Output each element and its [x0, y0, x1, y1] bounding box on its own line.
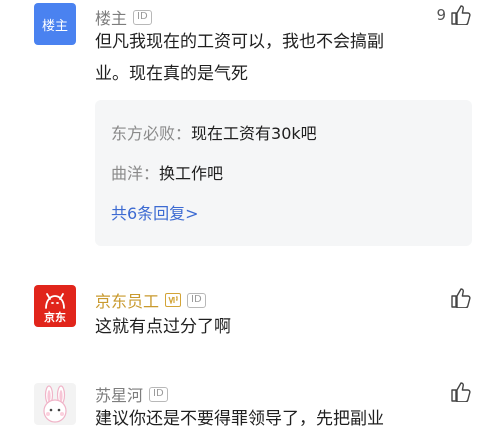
comment-text: 这就有点过分了啊	[95, 317, 231, 337]
reply-box[interactable]: 东方必败：现在工资有30k吧 曲洋：换工作吧 共6条回复>	[95, 100, 472, 246]
reply-username[interactable]: 东方必败：	[111, 124, 191, 143]
comment-text: 建议你还是不要得罪领导了，先把副业	[95, 409, 384, 429]
comment-header: 京东员工 ID	[95, 288, 206, 312]
reply-item[interactable]: 东方必败：现在工资有30k吧	[111, 122, 317, 146]
username[interactable]: 京东员工	[95, 288, 159, 312]
id-badge: ID	[133, 9, 152, 25]
comment-item: 京东 京东员工 ID 这就有点过分了啊	[0, 280, 500, 360]
like-button[interactable]	[450, 288, 472, 308]
reply-text: 现在工资有30k吧	[191, 124, 317, 143]
id-badge: ID	[149, 386, 168, 402]
avatar-label: 京东	[44, 311, 66, 324]
reply-item[interactable]: 曲洋：换工作吧	[111, 162, 223, 186]
thumbs-up-icon	[451, 5, 471, 25]
comment-item: 苏星河 ID 建议你还是不要得罪领导了，先把副业	[0, 375, 500, 436]
bunny-avatar-icon	[43, 385, 67, 423]
comment-text-line: 但凡我现在的工资可以，我也不会搞副	[95, 32, 384, 52]
like-count: 9	[436, 6, 446, 24]
avatar-label: 楼主	[41, 18, 68, 34]
avatar[interactable]	[34, 383, 76, 425]
thumbs-up-icon	[451, 288, 471, 308]
more-replies-link[interactable]: 共6条回复>	[111, 200, 199, 224]
like-button[interactable]: 9	[436, 5, 472, 25]
id-badge: ID	[187, 292, 206, 308]
reply-username[interactable]: 曲洋：	[111, 164, 159, 183]
avatar[interactable]: 楼主	[34, 3, 76, 45]
jd-dog-icon	[45, 293, 65, 309]
comment-item: 楼主 楼主 ID 9 但凡我现在的工资可以，我也不会搞副 业。现在真的是气死 东…	[0, 0, 500, 255]
like-button[interactable]	[450, 382, 472, 402]
comment-text: 但凡我现在的工资可以，我也不会搞副 业。现在真的是气死	[95, 26, 465, 90]
vip-badge-icon	[165, 293, 182, 307]
thumbs-up-icon	[451, 382, 471, 402]
reply-text: 换工作吧	[159, 164, 224, 183]
avatar[interactable]: 京东	[34, 285, 76, 327]
comment-text-line: 业。现在真的是气死	[95, 64, 248, 84]
